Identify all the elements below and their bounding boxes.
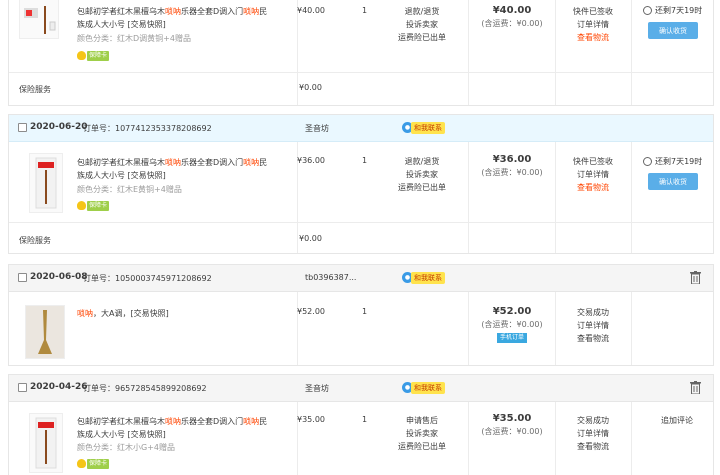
shipping-insurance-text: 运费险已出单 [398,183,446,192]
order-operations: 退款/退货 投诉卖家 运费险已出单 [382,155,462,194]
product-thumbnail[interactable] [29,153,63,213]
insurance-price: ¥0.00 [299,234,322,243]
order-status: 快件已签收 订单详情 查看物流 [558,5,628,44]
complain-link[interactable]: 投诉卖家 [382,168,462,181]
order-header: 2020-06-08 订单号：1050003745971208692 tb039… [9,265,713,292]
order-operations: 申请售后 投诉卖家 运费险已出单 [382,414,462,453]
order-header: 2020-06-20 订单号：1077412353378208692 圣音坊 ●… [9,115,713,142]
shop-name[interactable]: tb0396387... [305,273,356,282]
product-thumbnail[interactable] [19,0,59,39]
refund-link[interactable]: 退款/退货 [382,5,462,18]
unit-price: ¥36.00 [297,156,325,165]
confirm-receipt-button[interactable]: 确认收货 [648,22,698,39]
guarantee-badge[interactable]: 保障卡 [77,50,110,61]
guarantee-badge[interactable]: 保障卡 [77,200,110,211]
shop-name[interactable]: 圣音坊 [305,383,329,394]
order-card: 包邮初学者红木黑檀乌木唢呐乐器全套D调入门唢呐民族成人大小号 [交易快照] 颜色… [8,0,714,106]
order-number: 订单号：1077412353378208692 [83,124,212,133]
product-title[interactable]: 包邮初学者红木黑檀乌木唢呐乐器全套D调入门唢呐民族成人大小号 [交易快照] [77,156,273,182]
order-total: ¥52.00 (含运费：¥0.00) 手机订单 [481,306,543,343]
order-operations: 退款/退货 投诉卖家 运费险已出单 [382,5,462,44]
after-sales-link[interactable]: 申请售后 [382,414,462,427]
unit-price: ¥40.00 [297,6,325,15]
quantity: 1 [362,307,368,316]
order-date: 2020-06-20 [30,122,88,132]
quantity: 1 [362,156,368,165]
product-thumbnail[interactable] [25,305,65,359]
unit-price: ¥35.00 [297,415,325,424]
contact-seller-button[interactable]: ● 和我联系 [402,121,445,134]
clock-icon [643,157,652,166]
countdown-timer: 还剩7天19时 [643,156,702,167]
order-number: 订单号：965728545899208692 [83,384,207,393]
order-total: ¥35.00 (含运费：¥0.00) [481,413,543,436]
order-detail-link[interactable]: 订单详情 [558,168,628,181]
order-detail-link[interactable]: 订单详情 [558,18,628,31]
shield-badge-icon [77,51,86,60]
view-logistics-link[interactable]: 查看物流 [558,181,628,194]
order-detail-link[interactable]: 订单详情 [558,319,628,332]
quantity: 1 [362,415,368,424]
shop-name[interactable]: 圣音坊 [305,123,329,134]
order-card: 2020-06-08 订单号：1050003745971208692 tb039… [8,264,714,366]
product-thumbnail[interactable] [29,413,63,473]
shield-badge-icon [77,459,86,468]
view-logistics-link[interactable]: 查看物流 [558,440,628,453]
insurance-label: 保险服务 [19,85,51,94]
product-title[interactable]: 唢呐，大A调，[交易快照] [77,307,273,320]
order-status: 快件已签收 订单详情 查看物流 [558,155,628,194]
guarantee-badge[interactable]: 保障卡 [77,458,110,469]
complain-link[interactable]: 投诉卖家 [382,18,462,31]
countdown-timer: 还剩7天19时 [643,5,702,16]
order-number: 订单号：1050003745971208692 [83,274,212,283]
order-status: 交易成功 订单详情 查看物流 [558,306,628,345]
order-date: 2020-04-26 [30,382,88,392]
unit-price: ¥52.00 [297,307,325,316]
shipping-insurance-text: 运费险已出单 [398,33,446,42]
order-card: 2020-06-20 订单号：1077412353378208692 圣音坊 ●… [8,114,714,254]
quantity: 1 [362,6,368,15]
shield-badge-icon [77,201,86,210]
order-date: 2020-06-08 [30,272,88,282]
view-logistics-link[interactable]: 查看物流 [558,332,628,345]
contact-seller-button[interactable]: ● 和我联系 [402,271,445,284]
trash-icon[interactable] [690,271,701,284]
insurance-price: ¥0.00 [299,83,322,92]
add-review-link[interactable]: 追加评论 [642,414,712,427]
refund-link[interactable]: 退款/退货 [382,155,462,168]
order-card: 2020-04-26 订单号：965728545899208692 圣音坊 ● 和… [8,374,714,475]
select-order-checkbox[interactable] [18,383,27,392]
view-logistics-link[interactable]: 查看物流 [558,31,628,44]
order-detail-link[interactable]: 订单详情 [558,427,628,440]
confirm-receipt-button[interactable]: 确认收货 [648,173,698,190]
clock-icon [643,6,652,15]
insurance-label: 保险服务 [19,236,51,245]
order-total: ¥36.00 (含运费：¥0.00) [481,154,543,177]
product-title[interactable]: 包邮初学者红木黑檀乌木唢呐乐器全套D调入门唢呐民族成人大小号 [交易快照] [77,415,273,441]
product-sku: 颜色分类：红木D调黄铜+4赠品 [77,34,191,43]
product-sku: 颜色分类：红木E黄铜+4赠品 [77,185,182,194]
order-status: 交易成功 订单详情 查看物流 [558,414,628,453]
mobile-order-tag: 手机订单 [496,333,527,343]
contact-seller-button[interactable]: ● 和我联系 [402,381,445,394]
order-total: ¥40.00 (含运费：¥0.00) [481,5,543,28]
order-header: 2020-04-26 订单号：965728545899208692 圣音坊 ● 和… [9,375,713,402]
trash-icon[interactable] [690,381,701,394]
select-order-checkbox[interactable] [18,123,27,132]
shipping-insurance-text: 运费险已出单 [398,442,446,451]
complain-link[interactable]: 投诉卖家 [382,427,462,440]
product-title[interactable]: 包邮初学者红木黑檀乌木唢呐乐器全套D调入门唢呐民族成人大小号 [交易快照] [77,5,273,31]
select-order-checkbox[interactable] [18,273,27,282]
product-sku: 颜色分类：红木小G+4赠品 [77,443,175,452]
